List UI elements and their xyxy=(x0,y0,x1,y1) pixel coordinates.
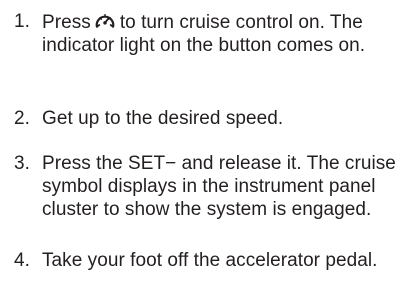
step-number: 4. xyxy=(14,250,30,271)
step-text: Get up to the desired speed. xyxy=(42,108,284,129)
step-text-lead: Press xyxy=(42,12,91,33)
step-number: 1. xyxy=(14,11,30,32)
step-number: 2. xyxy=(14,108,30,129)
step-text: Take your foot off the accelerator pedal… xyxy=(42,250,378,271)
step-text: Press to turn cruise control on. The indi… xyxy=(42,10,398,57)
step-text: Press the SET− and release it. The cruis… xyxy=(42,153,396,220)
step-number: 3. xyxy=(14,153,30,174)
cruise-control-icon xyxy=(94,10,116,32)
